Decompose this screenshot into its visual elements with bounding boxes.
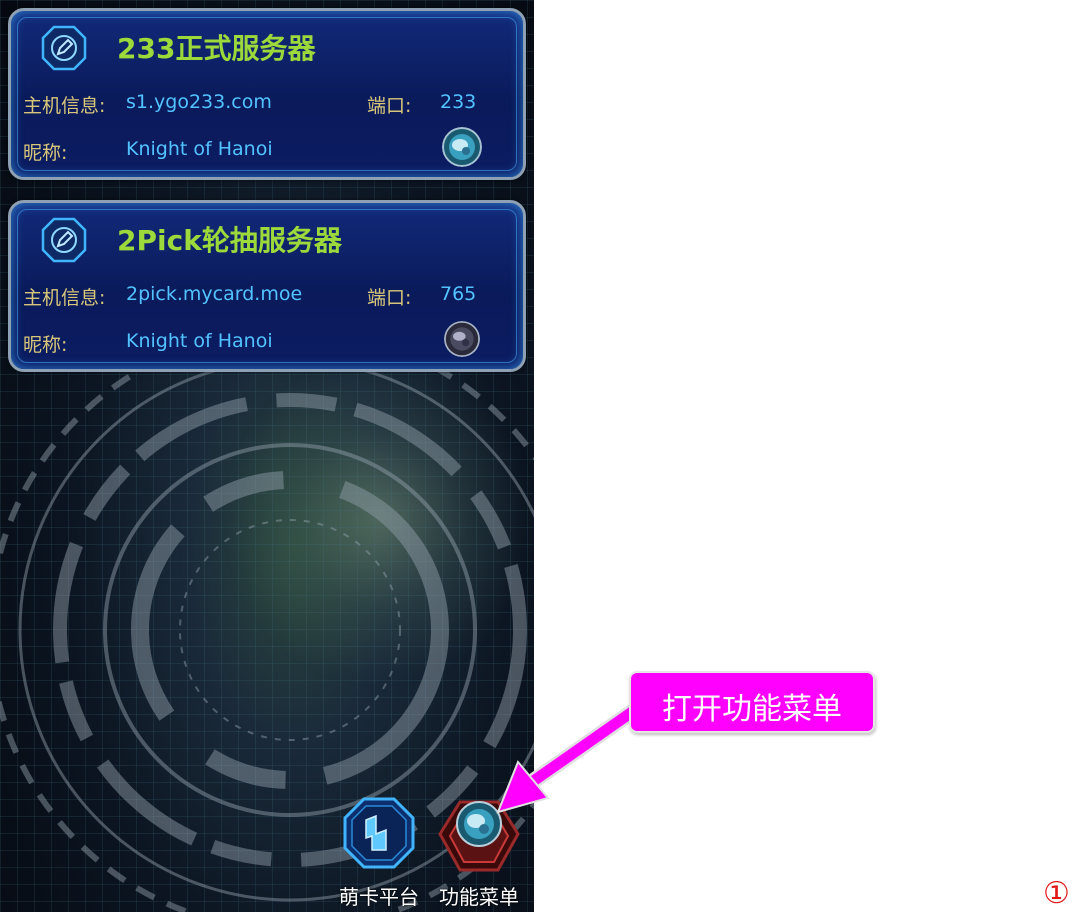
nickname-value: Knight of Hanoi [126,330,273,352]
nickname-label: 昵称: [23,334,68,356]
host-value: 2pick.mycard.moe [126,283,303,305]
server-title: 233正式服务器 [117,32,316,65]
mycard-platform-button[interactable]: 萌卡平台 [336,796,422,909]
callout-text: 打开功能菜单 [662,692,842,727]
host-value: s1.ygo233.com [126,91,272,113]
server-card-2pick[interactable]: 2Pick轮抽服务器 主机信息: 2pick.mycard.moe 端口: 76… [8,200,526,372]
edit-icon[interactable] [41,217,87,263]
port-label: 端口: [367,95,412,117]
step-number: ① [1043,876,1070,911]
port-label: 端口: [367,287,412,309]
tutorial-callout: 打开功能菜单 [629,671,875,733]
app-screen: 233正式服务器 主机信息: s1.ygo233.com 端口: 233 昵称:… [0,0,534,912]
arrow-icon [496,704,640,814]
mycard-platform-label: 萌卡平台 [339,885,419,909]
mycard-platform-icon [343,797,415,869]
avatar-icon [444,321,480,357]
edit-icon[interactable] [41,25,87,71]
nickname-value: Knight of Hanoi [126,138,273,160]
port-value: 765 [440,283,477,305]
avatar-icon [442,127,482,167]
function-menu-label: 功能菜单 [439,885,519,909]
server-title: 2Pick轮抽服务器 [117,224,342,257]
host-label: 主机信息: [23,287,106,309]
host-label: 主机信息: [23,95,106,117]
server-card-233[interactable]: 233正式服务器 主机信息: s1.ygo233.com 端口: 233 昵称:… [8,8,526,180]
port-value: 233 [440,91,477,113]
nickname-label: 昵称: [23,142,68,164]
